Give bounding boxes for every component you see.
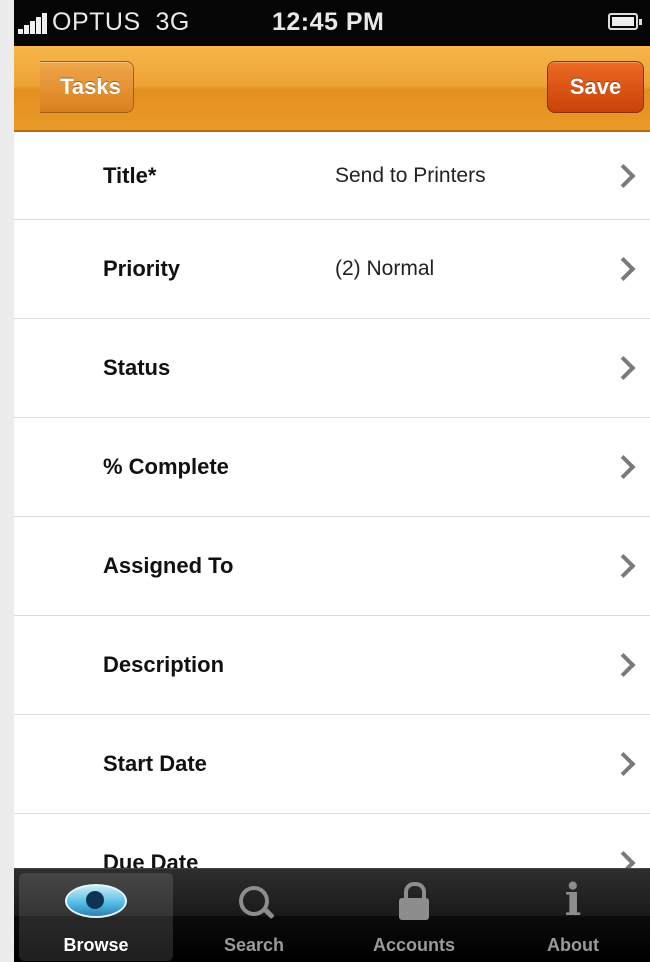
chevron-right-icon <box>611 850 636 868</box>
tab-about[interactable]: i About <box>496 873 650 961</box>
field-value: Send to Printers <box>335 163 486 187</box>
clock: 12:45 PM <box>272 8 385 36</box>
navigation-bar: Tasks Save <box>14 46 650 132</box>
tab-browse[interactable]: Browse <box>19 873 173 961</box>
signal-strength-icon <box>18 12 48 34</box>
info-icon: i <box>564 875 582 926</box>
back-button-tasks[interactable]: Tasks <box>40 61 134 113</box>
tab-label: Search <box>223 935 285 955</box>
phone-screen: OPTUS 3G 12:45 PM Tasks Save Title* Send… <box>14 0 650 962</box>
battery-icon <box>608 13 642 30</box>
status-bar: OPTUS 3G 12:45 PM <box>14 0 650 46</box>
field-label: Assigned To <box>103 553 234 578</box>
lock-icon <box>397 882 431 920</box>
field-value: (2) Normal <box>335 257 435 280</box>
chevron-right-icon <box>611 454 636 480</box>
chevron-right-icon <box>611 163 636 188</box>
tab-label: Accounts <box>372 935 455 955</box>
chevron-right-icon <box>611 751 636 777</box>
carrier-label: OPTUS 3G <box>52 8 190 36</box>
save-button[interactable]: Save <box>547 61 644 113</box>
tab-label: About <box>547 935 599 955</box>
field-label: Priority <box>103 256 181 281</box>
field-label: Description <box>103 652 225 677</box>
tab-search[interactable]: Search <box>177 873 331 961</box>
tab-accounts[interactable]: Accounts <box>337 873 491 961</box>
tab-label: Browse <box>63 935 129 955</box>
field-row-status[interactable]: Status <box>14 319 650 418</box>
chevron-right-icon <box>611 652 636 678</box>
network-type: 3G <box>155 8 190 36</box>
field-row-title[interactable]: Title* Send to Printers <box>14 132 650 220</box>
field-label: Status <box>103 355 171 380</box>
field-row-start-date[interactable]: Start Date <box>14 715 650 814</box>
field-label: % Complete <box>103 454 229 479</box>
field-row-description[interactable]: Description <box>14 616 650 715</box>
field-row-percent-complete[interactable]: % Complete <box>14 418 650 517</box>
task-field-list: Title* Send to Printers Priority (2) Nor… <box>14 132 650 868</box>
field-label: Title* <box>103 162 157 188</box>
field-label: Start Date <box>103 751 207 776</box>
field-row-due-date[interactable]: Due Date <box>14 814 650 868</box>
tab-bar: Browse Search Accounts i About <box>14 868 650 962</box>
field-row-priority[interactable]: Priority (2) Normal <box>14 220 650 319</box>
chevron-right-icon <box>611 355 636 381</box>
chevron-right-icon <box>611 256 636 282</box>
field-label: Due Date <box>103 850 199 868</box>
field-row-assigned-to[interactable]: Assigned To <box>14 517 650 616</box>
search-icon <box>237 884 271 918</box>
chevron-right-icon <box>611 553 636 579</box>
eye-icon <box>65 884 127 918</box>
back-button-label: Tasks <box>60 74 121 99</box>
